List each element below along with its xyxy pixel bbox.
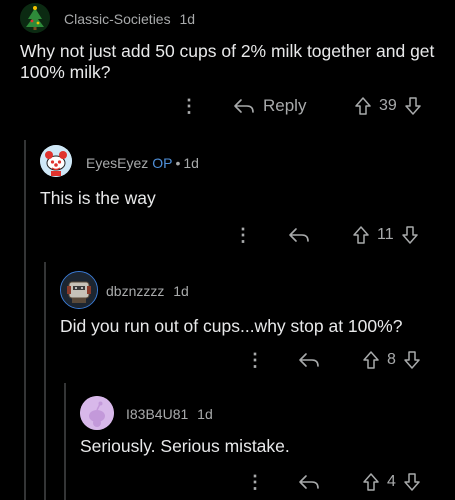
reply-button[interactable] [298, 352, 328, 368]
username-text[interactable]: dbznzzzz [106, 283, 164, 299]
upvote-icon[interactable] [363, 351, 379, 369]
comment-age: 1d [179, 11, 196, 27]
upvote-icon[interactable] [353, 226, 369, 244]
vote-score: 8 [387, 351, 396, 368]
more-options-icon[interactable]: ⋮ [180, 96, 198, 117]
comment-age: 1d [183, 155, 199, 171]
vote-score: 11 [377, 226, 394, 243]
reply-icon [234, 99, 254, 113]
comment-actions: ⋮ 8 [175, 346, 445, 374]
comment-body: Why not just add 50 cups of 2% milk toge… [20, 41, 435, 82]
vote-controls: 4 [363, 473, 420, 491]
comment-age: 1d [173, 283, 189, 299]
op-badge: OP [152, 155, 173, 171]
comment-body: Did you run out of cups...why stop at 10… [60, 316, 403, 336]
downvote-icon[interactable] [404, 473, 420, 491]
comment-body: Seriously. Serious mistake. [80, 436, 290, 456]
comment-username[interactable]: I83B4U81 1d [126, 406, 213, 422]
thread-line-2[interactable] [44, 262, 46, 500]
default-snoo-icon[interactable] [80, 396, 114, 430]
snoo-clown-icon[interactable] [40, 145, 72, 177]
downvote-icon[interactable] [401, 226, 418, 244]
more-options-icon[interactable]: ⋮ [246, 472, 264, 493]
thread-line-1[interactable] [24, 140, 26, 500]
more-options-icon[interactable]: ⋮ [234, 225, 252, 246]
upvote-icon[interactable] [355, 97, 371, 115]
more-options-icon[interactable]: ⋮ [246, 350, 264, 371]
vote-score: 39 [379, 97, 397, 114]
reply-icon [299, 353, 319, 367]
comment-age: 1d [197, 406, 213, 422]
vote-controls: 39 [355, 97, 421, 115]
comment-username[interactable]: EyesEyez OP • 1d [86, 155, 199, 171]
thread-line-3[interactable] [64, 383, 66, 500]
comment-body: This is the way [40, 188, 156, 208]
comment-username[interactable]: dbznzzzz 1d [106, 283, 189, 299]
comment-actions: ⋮ 4 [175, 468, 445, 496]
downvote-icon[interactable] [405, 97, 421, 115]
username-text[interactable]: EyesEyez [86, 155, 148, 171]
comment-username[interactable]: Classic-Societies 1d [64, 11, 195, 27]
comment-actions: ⋮ 11 [175, 221, 445, 249]
reply-button[interactable]: Reply [233, 96, 306, 116]
reply-label: Reply [263, 96, 307, 115]
reply-button[interactable] [288, 227, 318, 243]
reply-icon [289, 228, 309, 242]
separator-dot: • [175, 155, 181, 171]
reply-button[interactable] [298, 474, 328, 490]
snoo-armor-icon[interactable] [60, 271, 98, 309]
vote-controls: 8 [363, 351, 420, 369]
downvote-icon[interactable] [404, 351, 420, 369]
username-text[interactable]: Classic-Societies [64, 11, 171, 27]
vote-score: 4 [387, 473, 396, 490]
reply-icon [299, 475, 319, 489]
christmas-tree-icon[interactable] [20, 3, 50, 33]
upvote-icon[interactable] [363, 473, 379, 491]
comment-actions: ⋮ Reply 39 [175, 92, 445, 120]
vote-controls: 11 [353, 226, 418, 244]
username-text[interactable]: I83B4U81 [126, 406, 188, 422]
